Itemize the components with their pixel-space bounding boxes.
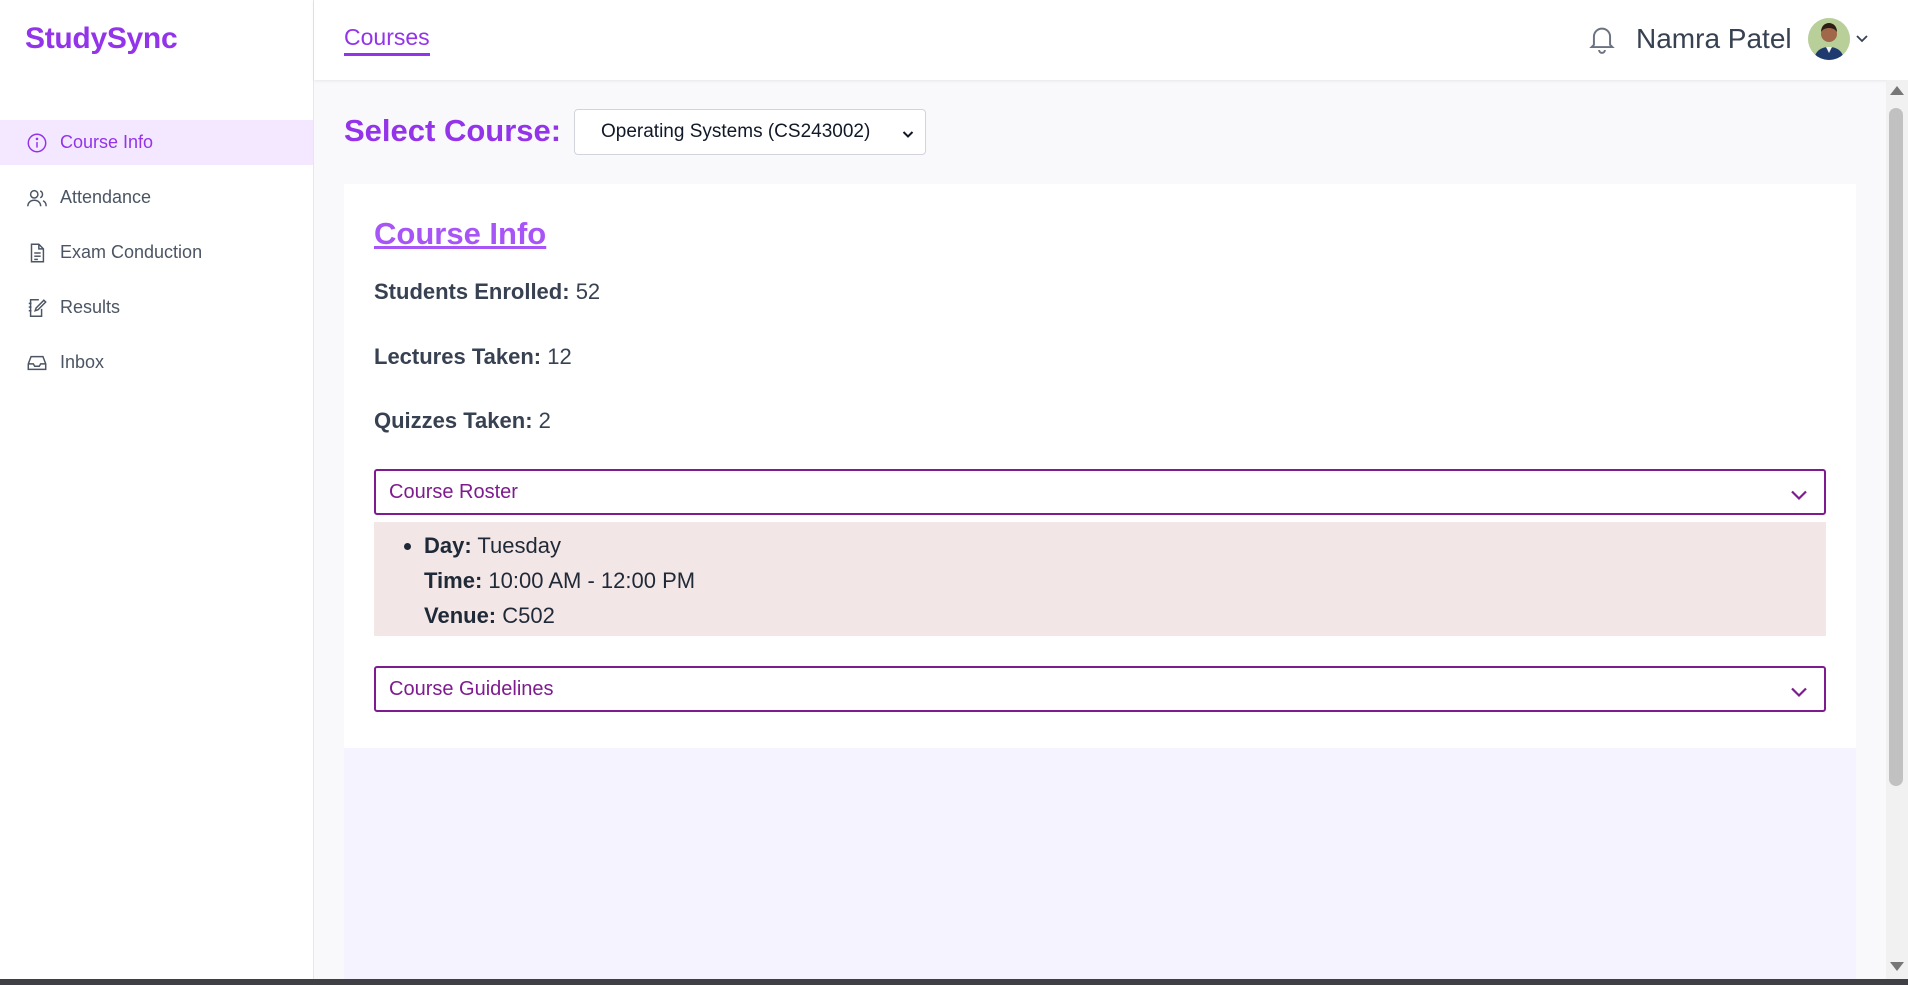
sidebar-item-inbox[interactable]: Inbox [0,340,313,385]
course-select-value: Operating Systems (CS243002) [601,121,871,142]
sidebar-item-label: Attendance [60,187,152,207]
user-name[interactable]: Namra Patel [1636,23,1792,55]
stat-value: 2 [538,408,551,433]
stat-value: 12 [547,344,572,369]
sidebar-item-course-info[interactable]: Course Info [0,120,313,165]
info-circle-icon [26,132,48,154]
stat-label: Students Enrolled: [374,279,570,304]
sidebar-nav: Course Info Attendance Exam Conduction R… [0,120,313,395]
course-info-title[interactable]: Course Info [374,216,546,252]
roster-day: Day: Tuesday [424,533,561,558]
scroll-up-arrow-icon[interactable] [1890,86,1904,95]
sidebar-item-exam-conduction[interactable]: Exam Conduction [0,230,313,275]
users-icon [26,187,48,209]
sidebar-item-label: Inbox [60,352,105,372]
accordion-label: Course Roster [389,480,518,503]
bell-icon[interactable] [1588,24,1616,54]
chevron-down-icon [901,125,915,139]
course-roster-panel: Day: Tuesday Time: 10:00 AM - 12:00 PM V… [374,522,1826,636]
chevron-down-icon[interactable] [1854,30,1870,46]
avatar[interactable] [1808,18,1850,60]
window-bottom-edge [0,979,1908,985]
stat-label: Lectures Taken: [374,344,542,369]
edit-notebook-icon [26,297,48,319]
document-icon [26,242,48,264]
stat-label: Quizzes Taken: [374,408,533,433]
stat-lectures-taken: Lectures Taken: 12 [374,344,572,370]
content-background [344,748,1856,979]
sidebar-item-label: Exam Conduction [60,242,203,262]
roster-venue: Venue: C502 [424,603,555,628]
sidebar-item-label: Course Info [60,132,154,152]
select-course-label: Select Course: [344,113,562,148]
chevron-down-icon [1790,682,1808,698]
course-info-card: Course Info Students Enrolled: 52 Lectur… [344,184,1856,748]
roster-list: Day: Tuesday Time: 10:00 AM - 12:00 PM V… [424,528,695,633]
sidebar: StudySync Course Info Attendance Exam Co… [0,0,314,979]
sidebar-item-label: Results [60,297,121,317]
sidebar-item-results[interactable]: Results [0,285,313,330]
sidebar-item-attendance[interactable]: Attendance [0,175,313,220]
course-select-dropdown[interactable]: Operating Systems (CS243002) [574,109,926,155]
scrollbar-thumb[interactable] [1889,108,1903,786]
stat-value: 52 [575,279,601,304]
course-guidelines-accordion[interactable]: Course Guidelines [374,666,1826,712]
accordion-label: Course Guidelines [389,677,554,700]
scroll-down-arrow-icon[interactable] [1890,962,1904,971]
brand-logo[interactable]: StudySync [25,22,178,56]
chevron-down-icon [1790,485,1808,501]
course-roster-accordion[interactable]: Course Roster [374,469,1826,515]
roster-entry: Day: Tuesday Time: 10:00 AM - 12:00 PM V… [424,528,695,633]
main-content: Courses Namra Patel Select Course: Opera… [314,0,1908,979]
top-bar: Courses Namra Patel [314,0,1908,80]
inbox-icon [26,352,48,374]
app-window: StudySync Course Info Attendance Exam Co… [0,0,1908,979]
roster-time: Time: 10:00 AM - 12:00 PM [424,568,696,593]
tab-courses[interactable]: Courses [344,24,430,56]
stat-quizzes-taken: Quizzes Taken: 2 [374,408,551,434]
stat-students-enrolled: Students Enrolled: 52 [374,279,600,305]
